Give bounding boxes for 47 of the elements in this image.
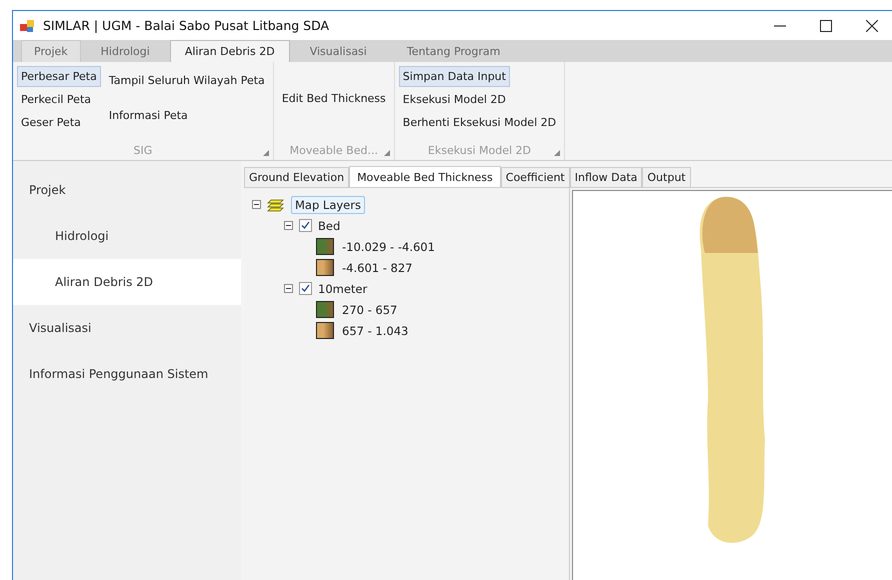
legend-label: 657 - 1.043 [342,324,408,338]
window-title: SIMLAR | UGM - Balai Sabo Pusat Litbang SDA [43,18,330,33]
sidebar-item[interactable]: Visualisasi [13,305,241,351]
collapse-icon[interactable] [284,284,293,293]
content-tab[interactable]: Output [642,167,691,187]
ribbon-button[interactable]: Perkecil Peta [17,89,95,110]
layer-checkbox[interactable] [299,219,312,232]
ribbon-button[interactable]: Edit Bed Thickness [278,88,390,108]
ribbon-tab[interactable]: Projek [21,40,81,62]
ribbon-button[interactable]: Perbesar Peta [17,66,101,87]
maximize-icon[interactable] [820,20,832,32]
legend-label: -10.029 - -4.601 [342,240,435,254]
group-label: Eksekusi Model 2D [428,144,531,156]
content-tab[interactable]: Ground Elevation [244,167,350,187]
layer-checkbox[interactable] [299,282,312,295]
content-tab[interactable]: Moveable Bed Thickness [349,166,501,187]
group-label: SIG [134,144,152,156]
ribbon-button[interactable]: Berhenti Eksekusi Model 2D [398,112,560,133]
ribbon-button[interactable]: Geser Peta [17,112,85,133]
tree-node[interactable]: Map Layers [291,196,365,214]
group-label: Moveable Bed... [290,144,378,156]
legend-label: -4.601 - 827 [342,260,412,274]
close-icon[interactable] [866,20,878,32]
dialog-launcher-icon[interactable] [262,150,269,156]
ribbon-button[interactable]: Tampil Seluruh Wilayah Peta [104,70,269,91]
sidebar-item[interactable]: Informasi Penggunaan Sistem [13,351,241,397]
tree-node[interactable]: 10meter [318,282,368,296]
legend-label: 270 - 657 [342,302,398,316]
layers-icon [267,196,285,212]
content-tab[interactable]: Coefficient [500,167,570,187]
app-icon [19,18,35,34]
ribbon-tab[interactable]: Visualisasi [290,40,387,62]
ribbon-tab[interactable]: Aliran Debris 2D [170,40,290,62]
content-tab[interactable]: Inflow Data [570,167,642,187]
ribbon-button[interactable]: Informasi Peta [104,105,192,126]
ribbon-button[interactable]: Eksekusi Model 2D [398,89,510,110]
sidebar-item[interactable]: Aliran Debris 2D [13,259,241,305]
dialog-launcher-icon[interactable] [554,150,560,156]
collapse-icon[interactable] [284,221,293,230]
ribbon-tab[interactable]: Hidrologi [80,40,170,62]
sidebar-item[interactable]: Projek [13,167,241,213]
ribbon-button[interactable]: Simpan Data Input [398,66,510,87]
ribbon-tab[interactable]: Tentang Program [386,40,520,62]
collapse-icon[interactable] [252,200,261,209]
sidebar-item[interactable]: Hidrologi [13,213,241,259]
tree-node[interactable]: Bed [318,218,340,232]
dialog-launcher-icon[interactable] [384,150,390,156]
